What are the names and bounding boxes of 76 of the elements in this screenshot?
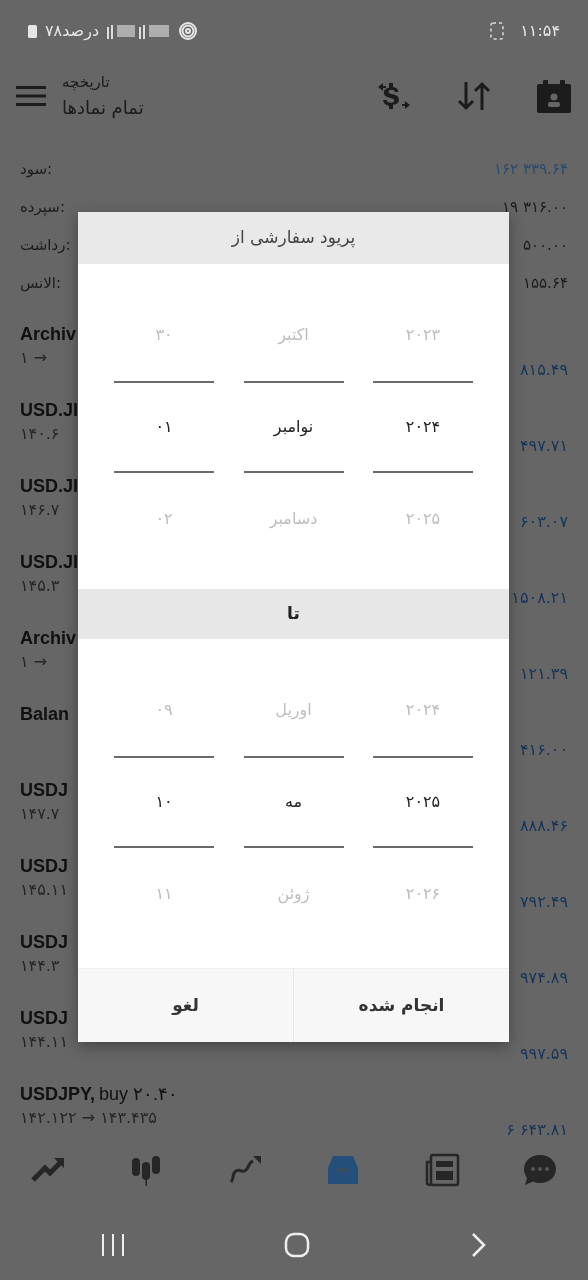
summary-label: سپرده: (20, 196, 65, 218)
deal-symbol: USDJ (20, 931, 68, 954)
deal-prices: ۱۴۶.۷ (20, 499, 61, 521)
battery-level-text: ۷۸درصد (45, 20, 100, 43)
section-label: تا (78, 589, 509, 639)
deal-profit: ۹۷۴.۸۹ (519, 967, 568, 989)
deal-symbol: Archiv (20, 323, 77, 346)
summary-value: ۱۶۲ ۳۳۹.۶۴ (494, 158, 568, 180)
picker-option[interactable]: نوامبر (243, 380, 344, 473)
deal-profit: ۸۱۵.۴۹ (519, 359, 568, 381)
recent-apps-icon[interactable] (100, 1232, 126, 1258)
deal-prices: ۱۴۵.۳ (20, 575, 61, 597)
hotspot-icon (179, 22, 198, 40)
picker-option[interactable]: ۱۱ (114, 847, 214, 940)
calendar-icon[interactable] (536, 78, 572, 114)
deal-symbol: Balan (20, 703, 70, 726)
header-title: تمام نمادها (62, 95, 144, 120)
deal-prices: ۱۴۰.۶ (20, 423, 61, 445)
deal-prices: ۱۴۷.۷ (20, 803, 61, 825)
picker-option[interactable]: ۲۰۲۵ (373, 755, 473, 848)
deal-profit: ۹۹۷.۵۹ (519, 1043, 568, 1065)
summary-label: الانس: (20, 272, 62, 294)
deal-profit: ۸۸۸.۴۶ (519, 815, 568, 837)
summary-value: ۵۰۰.۰۰ (522, 234, 568, 256)
picker-option[interactable]: ۰۱ (114, 380, 214, 473)
deal-profit: ۱۵۰۸.۲۱ (511, 587, 568, 609)
newspaper-icon[interactable] (423, 1152, 460, 1188)
summary-value: ۱۵۵.۶۴ (522, 272, 568, 294)
deal-profit: ۴۹۷.۷۱ (519, 435, 568, 457)
picker-option[interactable]: ۲۰۲۶ (373, 847, 473, 940)
picker-option[interactable]: مه (243, 755, 344, 848)
picker-option[interactable]: دسامبر (243, 472, 344, 565)
summary-label: سود: (20, 158, 53, 180)
header-subtitle: تاریخچه (62, 72, 111, 94)
menu-icon[interactable] (16, 85, 46, 107)
deal-symbol: USDJ (20, 1007, 68, 1030)
deal-prices: ۱ → (20, 651, 49, 673)
deal-profit: ۷۹۲.۴۹ (519, 891, 568, 913)
deal-prices: ۱۴۲.۱۲۲ → ۱۴۳.۴۳۵ (20, 1107, 158, 1129)
picker-option[interactable]: ۲۰۲۴ (373, 663, 473, 756)
deal-side: buy ۲۰.۴۰ (99, 1083, 179, 1106)
home-icon[interactable] (284, 1232, 310, 1258)
picker-option[interactable]: ۳۰ (114, 288, 214, 381)
chat-bubble-icon[interactable] (521, 1152, 558, 1188)
deal-symbol: Archiv (20, 627, 77, 650)
deal-symbol: USD.JI (20, 475, 79, 498)
picker-option[interactable]: ۱۰ (114, 755, 214, 848)
cancel-button[interactable]: لغو (78, 969, 294, 1042)
dialog-title: پریود سفارشی از (78, 212, 509, 264)
deal-prices: ۱۴۴.۱۱ (20, 1031, 69, 1053)
battery-icon (28, 24, 37, 38)
deal-prices: ۱۴۴.۳ (20, 955, 61, 977)
deal-prices: ۱ → (20, 347, 49, 369)
screen-rotate-icon (490, 22, 505, 40)
deal-profit: ۶۰۳.۰۷ (519, 511, 568, 533)
picker-option[interactable]: اوریل (243, 663, 344, 756)
deal-symbol: USD.JI (20, 551, 79, 574)
picker-option[interactable]: ۰۹ (114, 663, 214, 756)
picker-option[interactable]: ۲۰۲۴ (373, 380, 473, 473)
picker-option[interactable]: ۲۰۲۵ (373, 472, 473, 565)
deal-prices: ۱۴۵.۱۱ (20, 879, 69, 901)
done-button[interactable]: انجام شده (294, 969, 509, 1042)
picker-option[interactable]: ۲۰۲۳ (373, 288, 473, 381)
deal-symbol: USDJ (20, 855, 68, 878)
picker-option[interactable]: ۰۲ (114, 472, 214, 565)
picker-option[interactable]: ژوئن (243, 847, 344, 940)
deal-symbol: USD.JI (20, 399, 79, 422)
deal-profit: ۱۲۱.۳۹ (519, 663, 568, 685)
deal-profit: ۶ ۶۴۳.۸۱ (506, 1119, 568, 1141)
deal-symbol: USDJPY, (20, 1083, 96, 1106)
deal-symbol: USDJ (20, 779, 68, 802)
sort-icon[interactable] (456, 80, 492, 112)
deal-profit: ۴۱۶.۰۰ (519, 739, 568, 761)
picker-option[interactable]: اکتبر (243, 288, 344, 381)
status-time: ۱۱:۵۴ (520, 20, 560, 42)
summary-label: رداشت: (20, 234, 71, 256)
